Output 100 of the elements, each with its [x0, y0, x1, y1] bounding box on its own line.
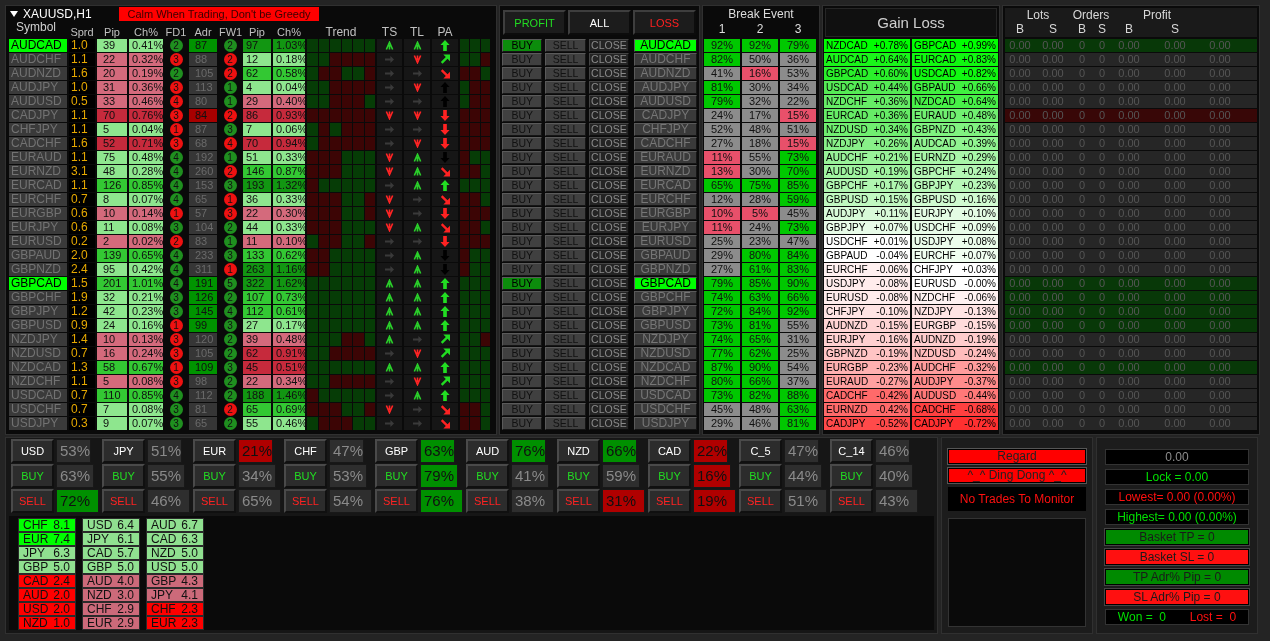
alert-button[interactable]: ^_^ Ding Dong ^_^ [948, 468, 1086, 483]
close-button[interactable]: CLOSE [588, 277, 630, 290]
sell-button[interactable]: SELL [102, 489, 145, 513]
close-button[interactable]: CLOSE [588, 249, 630, 262]
symbol-button[interactable]: NZDCAD [634, 361, 697, 374]
currency-button[interactable]: JPY [102, 439, 145, 463]
symbol-button[interactable]: USDCAD [634, 389, 697, 402]
symbol-button[interactable]: EURNZD [634, 165, 697, 178]
close-button[interactable]: CLOSE [588, 53, 630, 66]
symbol-button[interactable]: AUDUSD [634, 95, 697, 108]
symbol-button[interactable]: AUDCAD [634, 39, 697, 52]
buy-button[interactable]: BUY [557, 464, 600, 488]
close-button[interactable]: CLOSE [588, 361, 630, 374]
sell-button[interactable]: SELL [375, 489, 418, 513]
buy-button[interactable]: BUY [830, 464, 873, 488]
symbol-button[interactable]: EURJPY [634, 221, 697, 234]
symbol-button[interactable]: GBPNZD [634, 263, 697, 276]
buy-button[interactable]: BUY [739, 464, 782, 488]
alert-button[interactable]: Regard [948, 449, 1086, 464]
buy-button[interactable]: BUY [466, 464, 509, 488]
symbol-button[interactable]: GBPCAD [634, 277, 697, 290]
close-button[interactable]: CLOSE [588, 81, 630, 94]
symbol-button[interactable]: EURUSD [634, 235, 697, 248]
currency-button[interactable]: C_14 [830, 439, 873, 463]
symbol-button[interactable]: USDCHF [634, 403, 697, 416]
sell-button[interactable]: SELL [557, 489, 600, 513]
close-button[interactable]: CLOSE [588, 375, 630, 388]
symbol-button[interactable]: EURGBP [634, 207, 697, 220]
sell-button[interactable]: SELL [193, 489, 236, 513]
close-button[interactable]: CLOSE [588, 235, 630, 248]
column-header: 1 [717, 21, 727, 38]
close-button[interactable]: CLOSE [588, 305, 630, 318]
buy-button[interactable]: BUY [375, 464, 418, 488]
close-button[interactable]: CLOSE [588, 347, 630, 360]
symbol-button[interactable]: EURCHF [634, 193, 697, 206]
close-button[interactable]: CLOSE [588, 193, 630, 206]
sell-button[interactable]: SELL [466, 489, 509, 513]
currency-button[interactable]: AUD [466, 439, 509, 463]
buy-button[interactable]: BUY [284, 464, 327, 488]
close-button[interactable]: CLOSE [588, 417, 630, 430]
buy-button[interactable]: BUY [502, 277, 543, 290]
daily-pip-cell: 70 [97, 109, 127, 122]
close-button[interactable]: CLOSE [588, 389, 630, 402]
sell-button[interactable]: SELL [284, 489, 327, 513]
symbol-button[interactable]: CADCHF [634, 137, 697, 150]
symbol-button[interactable]: AUDCHF [634, 53, 697, 66]
symbol-button[interactable]: USDJPY [634, 417, 697, 430]
close-button[interactable]: CLOSE [588, 109, 630, 122]
close-button[interactable]: CLOSE [588, 221, 630, 234]
close-button[interactable]: CLOSE [588, 291, 630, 304]
fd1-score: 4 [169, 263, 183, 276]
currency-button[interactable]: NZD [557, 439, 600, 463]
buy-button[interactable]: BUY [11, 464, 54, 488]
filter-button[interactable]: PROFIT [503, 10, 566, 35]
currency-button[interactable]: USD [11, 439, 54, 463]
symbol-button[interactable]: GBPAUD [634, 249, 697, 262]
break-even-cell: 52% [704, 123, 740, 136]
currency-button[interactable]: EUR [193, 439, 236, 463]
symbol-button[interactable]: GBPJPY [634, 305, 697, 318]
close-button[interactable]: CLOSE [588, 403, 630, 416]
close-button[interactable]: CLOSE [588, 39, 630, 52]
close-button[interactable]: CLOSE [588, 207, 630, 220]
currency-button[interactable]: CHF [284, 439, 327, 463]
close-button[interactable]: CLOSE [588, 319, 630, 332]
close-button[interactable]: CLOSE [588, 263, 630, 276]
symbol-button[interactable]: GBPCHF [634, 291, 697, 304]
buy-button[interactable]: BUY [502, 39, 543, 52]
symbol-button[interactable]: AUDJPY [634, 81, 697, 94]
sell-button[interactable]: SELL [739, 489, 782, 513]
currency-button[interactable]: GBP [375, 439, 418, 463]
close-button[interactable]: CLOSE [588, 123, 630, 136]
symbol-button[interactable]: NZDCHF [634, 375, 697, 388]
symbol-button[interactable]: GBPUSD [634, 319, 697, 332]
close-button[interactable]: CLOSE [588, 95, 630, 108]
symbol-button[interactable]: AUDNZD [634, 67, 697, 80]
close-button[interactable]: CLOSE [588, 333, 630, 346]
position-value: 0 [1077, 277, 1087, 290]
close-button[interactable]: CLOSE [588, 151, 630, 164]
currency-button[interactable]: CAD [648, 439, 691, 463]
filter-button[interactable]: LOSS [633, 10, 696, 35]
symbol-button[interactable]: CADJPY [634, 109, 697, 122]
close-button[interactable]: CLOSE [588, 179, 630, 192]
sell-button[interactable]: SELL [648, 489, 691, 513]
sell-button[interactable]: SELL [830, 489, 873, 513]
close-button[interactable]: CLOSE [588, 67, 630, 80]
close-button[interactable]: CLOSE [588, 137, 630, 150]
symbol-button[interactable]: EURCAD [634, 179, 697, 192]
buy-button[interactable]: BUY [648, 464, 691, 488]
symbol-button[interactable]: CHFJPY [634, 123, 697, 136]
close-button[interactable]: CLOSE [588, 165, 630, 178]
symbol-button[interactable]: EURAUD [634, 151, 697, 164]
filter-button[interactable]: ALL [568, 10, 631, 35]
buy-button[interactable]: BUY [193, 464, 236, 488]
weekly-pip-cell: 7 [243, 123, 271, 136]
buy-button[interactable]: BUY [102, 464, 145, 488]
sell-button[interactable]: SELL [11, 489, 54, 513]
caret-icon[interactable] [10, 10, 18, 17]
currency-button[interactable]: C_5 [739, 439, 782, 463]
symbol-button[interactable]: NZDUSD [634, 347, 697, 360]
symbol-button[interactable]: NZDJPY [634, 333, 697, 346]
